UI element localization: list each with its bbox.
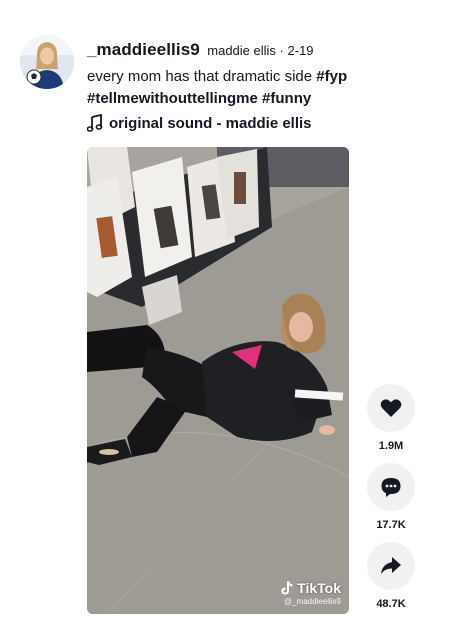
hashtag-fyp[interactable]: #fyp — [316, 68, 347, 85]
video-player[interactable]: TikTok @_maddieellis9 — [87, 147, 349, 614]
comment-icon — [381, 478, 401, 497]
watermark-brand: TikTok — [297, 580, 341, 596]
comment-action: 17.7K — [367, 463, 415, 531]
meta-separator: · — [279, 43, 284, 58]
watermark-handle: @_maddieellis9 — [283, 597, 341, 606]
share-action: 48.7K — [367, 542, 415, 610]
comment-button[interactable] — [367, 463, 415, 511]
video-frame — [87, 147, 349, 614]
caption-text: every mom has that dramatic side — [87, 68, 313, 85]
like-action: 1.9M — [367, 384, 415, 452]
share-button[interactable] — [367, 542, 415, 590]
like-count: 1.9M — [378, 440, 404, 452]
video-watermark: TikTok @_maddieellis9 — [280, 580, 341, 606]
post-date: 2-19 — [287, 43, 314, 58]
music-label: original sound - maddie ellis — [109, 114, 312, 132]
video-post: _maddieellis9 maddie ellis · 2-19 every … — [0, 0, 460, 640]
author-line: _maddieellis9 maddie ellis · 2-19 — [87, 40, 314, 60]
tiktok-logo-icon — [281, 581, 293, 595]
music-note-icon — [87, 114, 103, 132]
author-display-name: maddie ellis — [207, 43, 276, 58]
share-icon — [381, 557, 401, 574]
avatar[interactable] — [20, 35, 74, 89]
author-username[interactable]: _maddieellis9 — [87, 40, 200, 59]
share-count: 48.7K — [376, 598, 406, 610]
hashtag-funny[interactable]: #funny — [262, 90, 311, 107]
comment-count: 17.7K — [376, 519, 406, 531]
caption: every mom has that dramatic side #fyp #t… — [87, 66, 427, 110]
like-button[interactable] — [367, 384, 415, 432]
hashtag-tellmewithouttellingme[interactable]: #tellmewithouttellingme — [87, 90, 258, 107]
music-link[interactable]: original sound - maddie ellis — [87, 114, 312, 132]
heart-icon — [380, 399, 402, 417]
author-meta: maddie ellis · 2-19 — [207, 43, 313, 58]
